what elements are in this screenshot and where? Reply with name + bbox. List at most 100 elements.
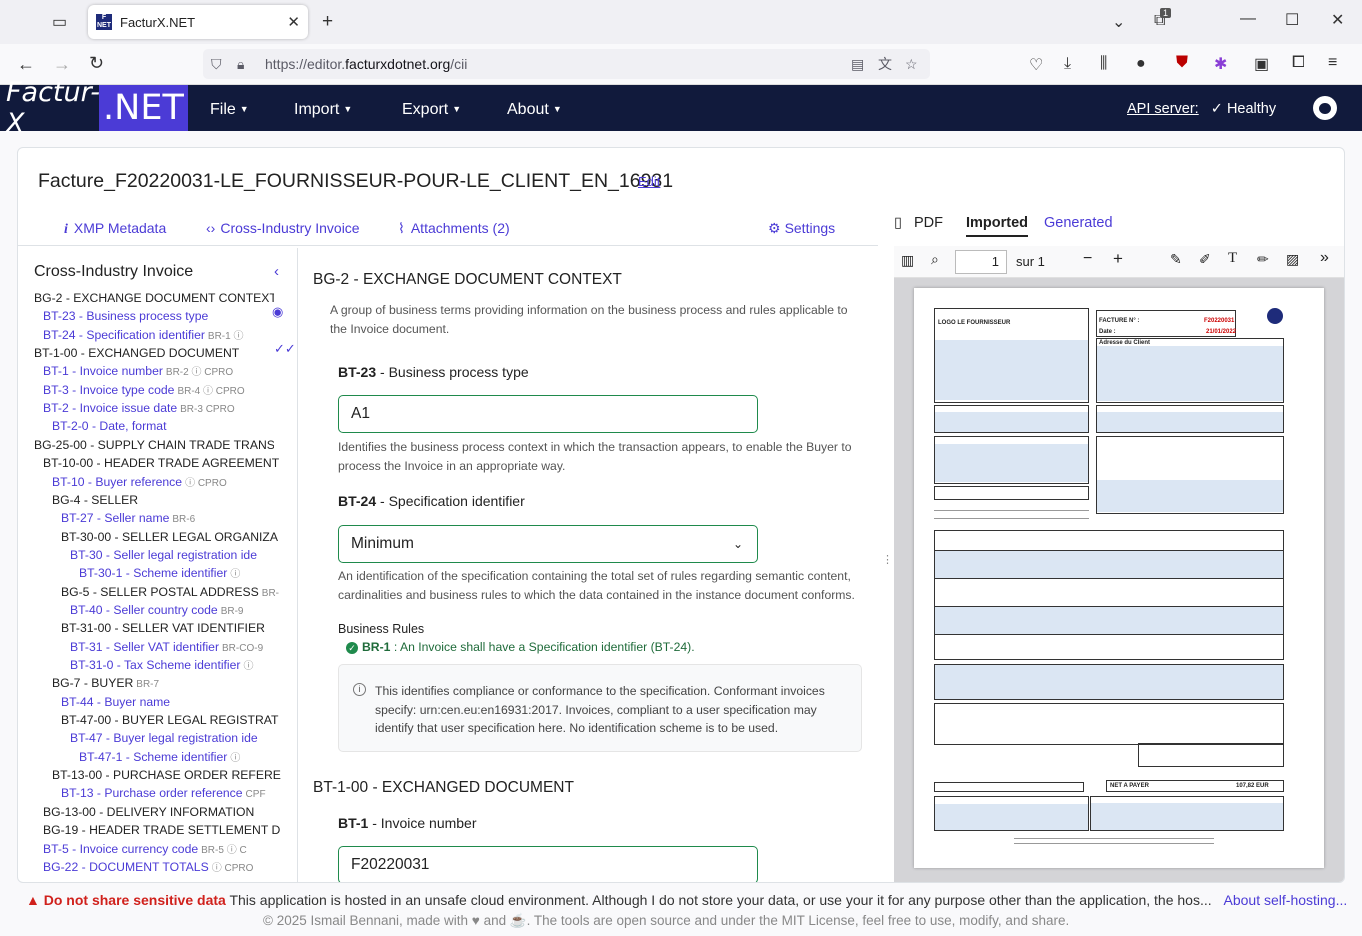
tab-list-icon[interactable]: ⌄ <box>1112 12 1125 32</box>
document-title: Facture_F20220031-LE_FOURNISSEUR-POUR-LE… <box>38 170 674 192</box>
tab-generated[interactable]: Generated <box>1044 215 1113 231</box>
reload-icon[interactable]: ↻ <box>89 53 104 74</box>
sidebar-tree-item[interactable]: BT-27 - Seller name BR-6 <box>61 509 297 529</box>
draw-icon[interactable]: ✏ <box>1257 251 1269 268</box>
sidebar-tree-item[interactable]: BT-13-00 - PURCHASE ORDER REFERE <box>52 766 292 784</box>
sidebar-tree-item[interactable]: BT-30-00 - SELLER LEGAL ORGANIZA <box>61 528 297 546</box>
self-hosting-link[interactable]: About self-hosting... <box>1224 892 1348 908</box>
menu-about[interactable]: About ▼ <box>507 85 562 131</box>
sidebar-tree-item[interactable]: BT-2-0 - Date, format <box>52 417 292 435</box>
sidebar-tree-item[interactable]: BT-1 - Invoice number BR-2 ⓘ CPRO <box>43 362 283 382</box>
sidebar-tree-item[interactable]: BT-10-00 - HEADER TRADE AGREEMENT <box>43 454 283 472</box>
menu-export[interactable]: Export ▼ <box>402 85 461 131</box>
extensions-puzzle-icon[interactable]: ⧠ <box>1292 54 1305 72</box>
browser-tab[interactable]: F NET FacturX.NET ✕ <box>88 5 308 39</box>
info-icon: i <box>353 683 366 696</box>
close-tab-icon[interactable]: ✕ <box>287 13 300 31</box>
library-icon[interactable]: ⫼ <box>1100 55 1107 73</box>
extension-icon[interactable]: ▣ <box>1254 54 1269 74</box>
section-description: A group of business terms providing info… <box>330 303 848 336</box>
translate-icon[interactable]: 文 <box>878 49 892 79</box>
sidebar-tree-item[interactable]: BT-30-1 - Scheme identifier ⓘ <box>79 564 297 584</box>
sidebar: Cross-Industry Invoice ‹ ◉ ✓✓ BG-2 - EXC… <box>18 248 298 882</box>
sidebar-tree-item[interactable]: BT-2 - Invoice issue date BR-3 CPRO <box>43 399 283 419</box>
address-bar[interactable]: ⛉ 🔒︎ https://editor.facturxdotnet.org/ci… <box>203 49 930 79</box>
sidebar-tree-item[interactable]: BG-22 - DOCUMENT TOTALS ⓘ CPRO <box>43 858 283 878</box>
sidebar-tree-item[interactable]: BG-25-00 - SUPPLY CHAIN TRADE TRANS <box>34 436 274 454</box>
ublock-icon[interactable]: ⛊ <box>1176 54 1188 72</box>
menu-file[interactable]: File ▼ <box>210 85 249 131</box>
api-server-link[interactable]: API server: <box>1127 101 1199 117</box>
sidebar-tree-item[interactable]: BG-13-00 - DELIVERY INFORMATION <box>43 803 283 821</box>
paperclip-icon: ⌇ <box>398 220 405 236</box>
pdf-pane: ▯ PDF Imported Generated ▥ ⌕ 1 sur 1 − +… <box>894 210 1344 882</box>
window-close-icon[interactable]: ✕ <box>1331 10 1344 30</box>
sidebar-tree-item[interactable]: BT-47 - Buyer legal registration ide <box>70 729 297 747</box>
more-tools-icon[interactable]: » <box>1320 249 1329 267</box>
zoom-out-icon[interactable]: − <box>1083 250 1092 268</box>
tab-xmp-metadata[interactable]: i XMP Metadata <box>64 220 166 238</box>
github-icon[interactable] <box>1313 96 1337 120</box>
sidebar-tree-item[interactable]: BT-10 - Buyer reference ⓘ CPRO <box>52 473 292 493</box>
back-icon[interactable]: ← <box>17 54 35 75</box>
search-icon[interactable]: ⌕ <box>931 251 939 268</box>
tab-cross-industry-invoice[interactable]: ‹› Cross-Industry Invoice <box>206 220 360 236</box>
sidebar-tree-item[interactable]: BG-5 - SELLER POSTAL ADDRESS BR- <box>61 583 297 603</box>
sidebar-tree-item[interactable]: BT-23 - Business process type <box>43 307 283 325</box>
browser-tab-bar: ▭ F NET FacturX.NET ✕ + ⌄ ⧉ 1 — ☐ ✕ <box>0 0 1362 44</box>
pdf-tabs: ▯ PDF Imported Generated <box>894 210 1344 238</box>
business-process-input[interactable]: A1 <box>338 395 758 433</box>
image-icon[interactable]: ▨ <box>1286 251 1299 268</box>
sidebar-tree-item[interactable]: BT-30 - Seller legal registration ide <box>70 546 297 564</box>
pdf-total-label: NET A PAYER <box>1110 783 1149 789</box>
sidebar-tree-item[interactable]: BT-1-00 - EXCHANGED DOCUMENT <box>34 344 274 362</box>
tab-attachments[interactable]: ⌇ Attachments (2) <box>398 220 510 237</box>
edit-pdf-icon[interactable]: ✎ <box>1170 251 1182 268</box>
tab-imported[interactable]: Imported <box>966 215 1029 237</box>
sidebar-tree-item[interactable]: BT-47-1 - Scheme identifier ⓘ <box>79 748 297 768</box>
sidebar-tree-item[interactable]: BT-31-00 - SELLER VAT IDENTIFIER <box>61 619 297 637</box>
tab-settings[interactable]: ⚙ Settings <box>768 220 835 237</box>
sidebar-tree-item[interactable]: BT-3 - Invoice type code BR-4 ⓘ CPRO <box>43 381 283 401</box>
sidebar-tree-item[interactable]: BT-44 - Buyer name <box>61 693 297 711</box>
minimize-icon[interactable]: — <box>1240 10 1256 28</box>
sidebar-toggle-icon[interactable]: ▥ <box>901 252 914 269</box>
sidebar-tree-item[interactable]: BT-40 - Seller country code BR-9 <box>70 601 297 621</box>
app-logo[interactable]: Factur-X .NET <box>0 77 188 139</box>
site-favicon: F NET <box>96 14 112 30</box>
forward-icon[interactable]: → <box>53 54 71 75</box>
shield-icon[interactable]: ⛉ <box>211 49 222 79</box>
collapse-chevron-icon[interactable]: ‹ <box>274 263 279 280</box>
zoom-in-icon[interactable]: + <box>1113 249 1123 269</box>
business-rule-br1: ✓ BR-1 : An Invoice shall have a Specific… <box>346 640 695 654</box>
maximize-icon[interactable]: ☐ <box>1285 10 1299 30</box>
tab-overview-icon[interactable]: ▭ <box>52 12 67 32</box>
extension-snowflake-icon[interactable]: ✱ <box>1214 54 1227 74</box>
sidebar-tree-item[interactable]: BT-24 - Specification identifier BR-1 ⓘ <box>43 326 283 346</box>
sidebar-tree-item[interactable]: BG-4 - SELLER <box>52 491 292 509</box>
sidebar-tree-item[interactable]: BT-5 - Invoice currency code BR-5 ⓘ C <box>43 840 283 860</box>
sidebar-tree-item[interactable]: BT-31-0 - Tax Scheme identifier ⓘ <box>70 656 297 676</box>
hamburger-menu-icon[interactable]: ≡ <box>1328 54 1337 72</box>
specification-select[interactable]: Minimum ⌄ <box>338 525 758 563</box>
sidebar-tree-item[interactable]: BT-13 - Purchase order reference CPF <box>61 784 297 804</box>
reader-view-icon[interactable]: ▤ <box>851 49 864 79</box>
sidebar-tree-item[interactable]: BG-19 - HEADER TRADE SETTLEMENT D <box>43 821 283 839</box>
page-number-input[interactable]: 1 <box>955 250 1007 274</box>
new-tab-icon[interactable]: + <box>322 11 333 33</box>
bookmark-star-icon[interactable]: ☆ <box>905 49 918 79</box>
edit-title-link[interactable]: Edit <box>638 174 660 189</box>
sidebar-tree-item[interactable]: BT-47-00 - BUYER LEGAL REGISTRAT <box>61 711 297 729</box>
sidebar-tree-item[interactable]: BG-2 - EXCHANGE DOCUMENT CONTEXT <box>34 289 274 307</box>
text-tool-icon[interactable]: T <box>1228 250 1237 267</box>
sidebar-tree-item[interactable]: BG-7 - BUYER BR-7 <box>52 674 292 694</box>
downloads-icon[interactable]: ⤓ <box>1064 55 1071 73</box>
highlight-icon[interactable]: ✐ <box>1199 251 1211 268</box>
chevron-down-icon: ⌄ <box>732 537 743 551</box>
account-icon[interactable]: ● <box>1136 55 1146 73</box>
pocket-icon[interactable]: ♡ <box>1029 55 1043 75</box>
pdf-label: PDF <box>914 215 943 231</box>
sidebar-tree-item[interactable]: BT-31 - Seller VAT identifier BR-CO-9 <box>70 638 297 658</box>
menu-import[interactable]: Import ▼ <box>294 85 352 131</box>
invoice-number-input[interactable]: F20220031 <box>338 846 758 882</box>
